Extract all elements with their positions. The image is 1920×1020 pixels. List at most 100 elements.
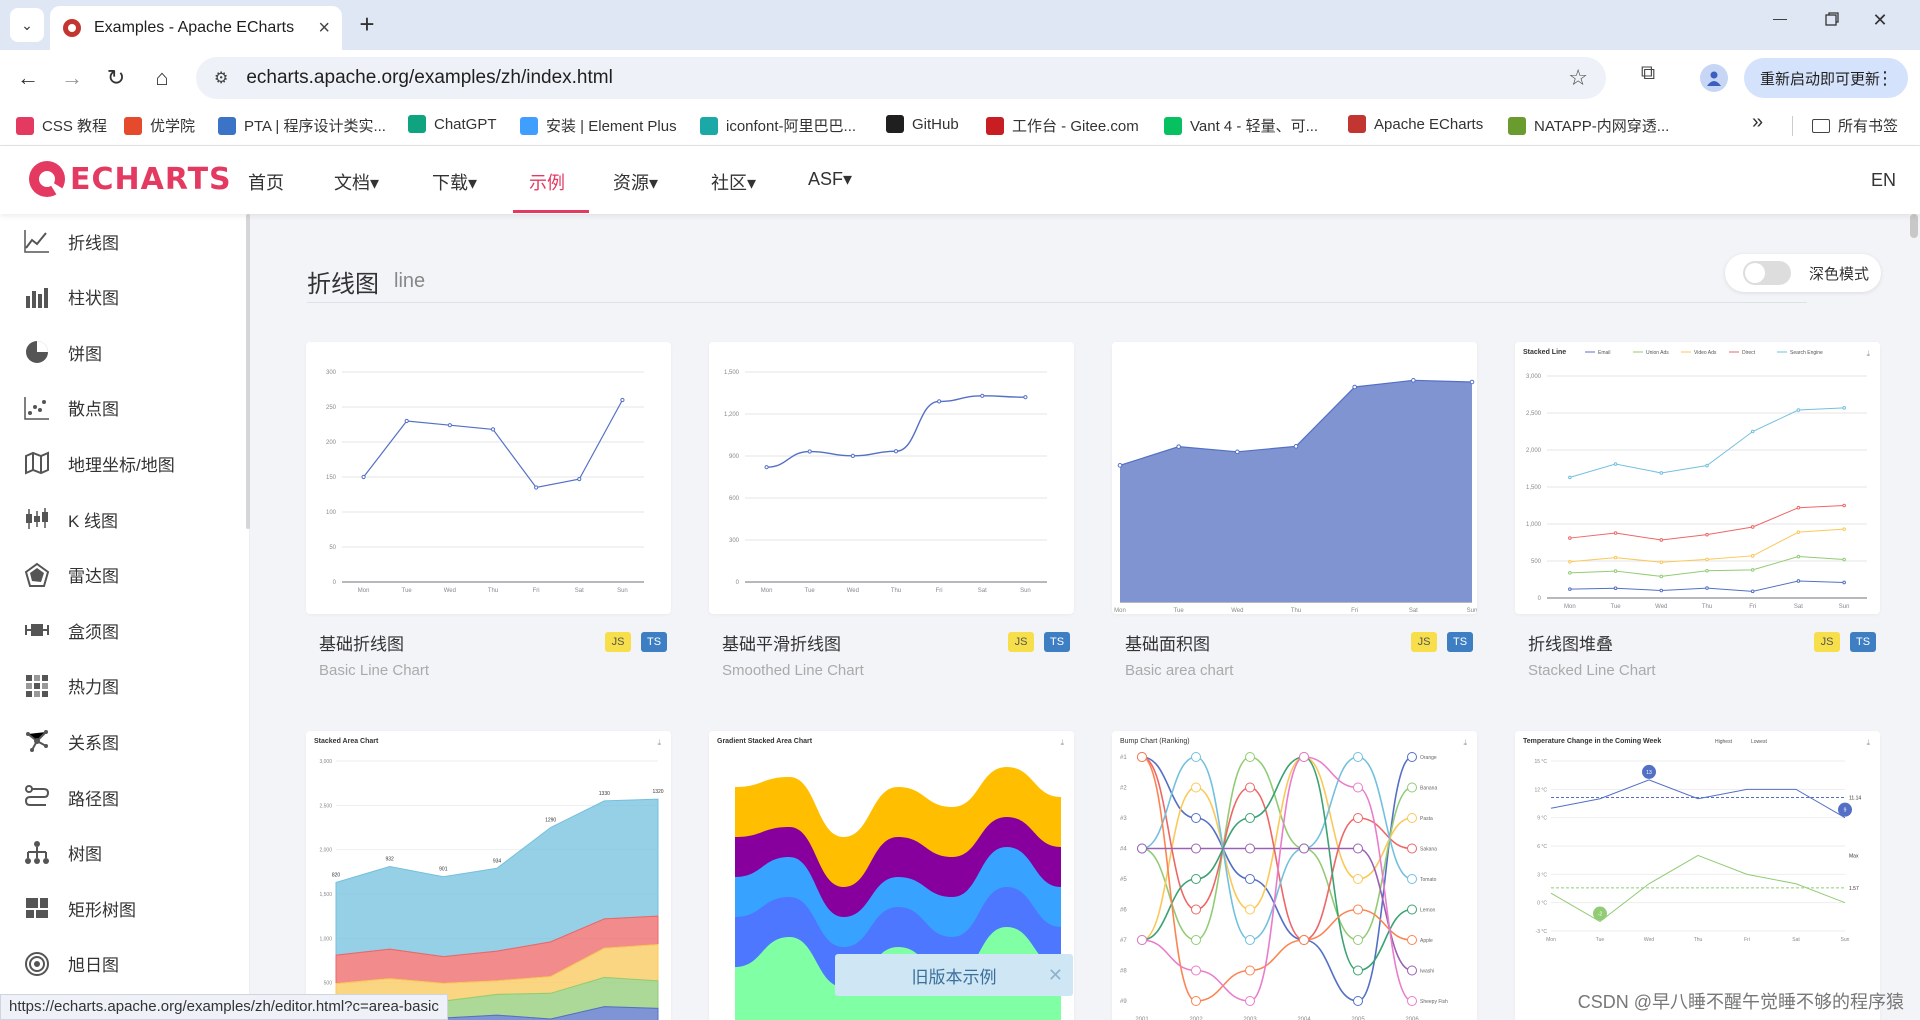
sidebar-item[interactable]: 路径图 [24,784,119,810]
profile-avatar[interactable] [1700,64,1728,92]
sidebar-item-label: 旭日图 [68,956,119,976]
sidebar-item[interactable]: 盒须图 [24,617,119,643]
y-tick-label: 2,000 [1526,448,1542,454]
sidebar-item[interactable]: 地理坐标/地图 [24,450,175,476]
sidebar-item[interactable]: 饼图 [24,339,102,365]
bookmark-item[interactable]: 工作台 - Gitee.com [986,115,1139,136]
bookmark-item[interactable]: GitHub [886,115,959,133]
menu-dots-icon[interactable]: ⋮ [1876,68,1894,89]
all-bookmarks[interactable]: 所有书签 [1812,115,1898,136]
card-title[interactable]: 基础平滑折线图 [722,630,841,655]
bump-point [1407,752,1417,762]
stacked-area-chart: Stacked Area Chart05001,0001,5002,0002,5… [314,738,664,1020]
url-text[interactable]: echarts.apache.org/examples/zh/index.htm… [246,67,1568,89]
nav-docs[interactable]: 文档▾ [334,169,379,195]
bump-point [1299,752,1309,762]
dark-mode-toggle[interactable]: 深色模式 [1725,254,1881,292]
main-scrollbar[interactable] [1910,214,1918,238]
x-tick-label: Thu [891,588,901,594]
update-button[interactable]: 重新启动即可更新 ⋮ [1744,58,1908,98]
ts-badge[interactable]: TS [641,632,667,652]
sidebar-item-label: 关系图 [68,733,119,753]
ts-badge[interactable]: TS [1447,632,1473,652]
card-title[interactable]: 基础折线图 [319,630,404,655]
home-icon[interactable]: ⌂ [146,62,178,94]
bookmark-label: Vant 4 - 轻量、可... [1190,118,1319,135]
nav-asf[interactable]: ASF▾ [808,169,852,190]
minimize-icon[interactable]: — [1760,10,1800,26]
bookmark-star-icon[interactable]: ☆ [1568,65,1588,91]
forward-icon[interactable]: → [56,62,88,94]
watermark: CSDN @早八睡不醒午觉睡不够的程序猿 [1577,992,1904,1012]
sidebar-item[interactable]: K 线图 [24,506,118,532]
js-badge[interactable]: JS [1411,632,1437,652]
nav-community[interactable]: 社区▾ [711,169,756,195]
js-badge[interactable]: JS [605,632,631,652]
tab-search-button[interactable]: ⌄ [10,8,44,42]
reload-icon[interactable]: ↻ [100,62,132,94]
close-window-icon[interactable]: ✕ [1860,10,1900,31]
ts-badge[interactable]: TS [1044,632,1070,652]
bookmark-item[interactable]: ChatGPT [408,115,497,133]
bump-point [1137,843,1147,854]
js-badge[interactable]: JS [1008,632,1034,652]
bump-point [1191,782,1201,793]
x-tick-label: Sun [1841,937,1850,943]
chart-card-basic-line[interactable]: 0 50 100 150 200 250 300 Mon Tue Wed Thu Fri Sat Sun [306,342,671,614]
sidebar-item[interactable]: 旭日图 [24,951,119,977]
sidebar-item[interactable]: 柱状图 [24,284,119,310]
download-icon: ⤓ [1463,738,1467,747]
y-tick-label: 2,000 [319,848,332,854]
card-title[interactable]: 折线图堆叠 [1528,630,1613,655]
sidebar-item[interactable]: 折线图 [24,228,119,254]
nav-resources[interactable]: 资源▾ [613,169,658,195]
nav-download[interactable]: 下载▾ [432,169,477,195]
sidebar-item[interactable]: 关系图 [24,728,119,754]
omnibox[interactable]: ⚙ echarts.apache.org/examples/zh/index.h… [196,57,1606,99]
data-point [1750,568,1755,572]
more-bookmarks-icon[interactable]: » [1752,111,1763,134]
language-switch[interactable]: EN [1871,170,1896,191]
sidebar-item[interactable]: 热力图 [24,673,119,699]
card-title[interactable]: 基础面积图 [1125,630,1210,655]
bookmark-item[interactable]: NATAPP-内网穿透... [1508,115,1669,136]
y-tick-label: 0 [736,580,740,586]
toggle-switch[interactable] [1743,261,1791,285]
close-banner-icon[interactable]: ✕ [1048,965,1063,986]
nav-active-underline [513,210,589,213]
bookmark-item[interactable]: iconfont-阿里巴巴... [700,115,856,136]
new-tab-button[interactable]: + [352,10,382,40]
chart-card-smoothed-line[interactable]: 0 300 600 900 1,200 1,500 Mon Tue Wed Thu Fri Sat Su… [709,342,1074,614]
chart-card-basic-area[interactable]: Mon Tue Wed Thu Fri Sat Sun [1112,342,1477,614]
bookmark-item[interactable]: PTA | 程序设计类实... [218,115,386,136]
nav-home[interactable]: 首页 [248,169,284,195]
echarts-logo[interactable]: ECHARTS [28,160,232,198]
sidebar-item[interactable]: 矩形树图 [24,895,136,921]
chart-card-bump[interactable]: Bump Chart (Ranking) #1 #2 #3 #4 #5 #6 #7 #8 #9 Or… [1112,731,1477,1020]
sidebar-item[interactable]: 树图 [24,840,102,866]
sidebar-item[interactable]: 雷达图 [24,562,119,588]
ts-badge[interactable]: TS [1850,632,1876,652]
bump-point [1245,965,1255,976]
old-version-banner[interactable]: 旧版本示例 ✕ [835,954,1073,996]
maximize-icon[interactable] [1812,10,1852,31]
bookmark-item[interactable]: 优学院 [124,115,195,136]
x-tick-label: Wed [1231,608,1243,614]
bookmark-item[interactable]: CSS 教程 [16,115,107,136]
bookmark-item[interactable]: Vant 4 - 轻量、可... [1164,115,1318,136]
extensions-icon[interactable]: ⧉ [1632,62,1664,85]
chart-card-stacked-line[interactable]: 0 500 1,000 1,500 2,000 2,500 3,000 Mon Tue Wed Th… [1515,342,1880,614]
x-tick-label: Wed [444,588,456,594]
sidebar-item[interactable]: 散点图 [24,395,119,421]
back-icon[interactable]: ← [12,62,44,94]
close-tab-icon[interactable]: × [318,17,330,40]
data-point [1613,569,1618,573]
bookmark-item[interactable]: 安装 | Element Plus [520,115,677,136]
site-info-icon[interactable]: ⚙ [214,68,228,88]
browser-tab[interactable]: Examples - Apache ECharts × [50,6,342,50]
chart-card-stacked-area[interactable]: Stacked Area Chart05001,0001,5002,0002,5… [306,731,671,1020]
js-badge[interactable]: JS [1814,632,1840,652]
bookmark-item[interactable]: Apache ECharts [1348,115,1483,133]
chart-card-temperature[interactable]: Temperature Change in the Coming Week Hig… [1515,731,1880,1020]
nav-examples[interactable]: 示例 [529,169,565,195]
